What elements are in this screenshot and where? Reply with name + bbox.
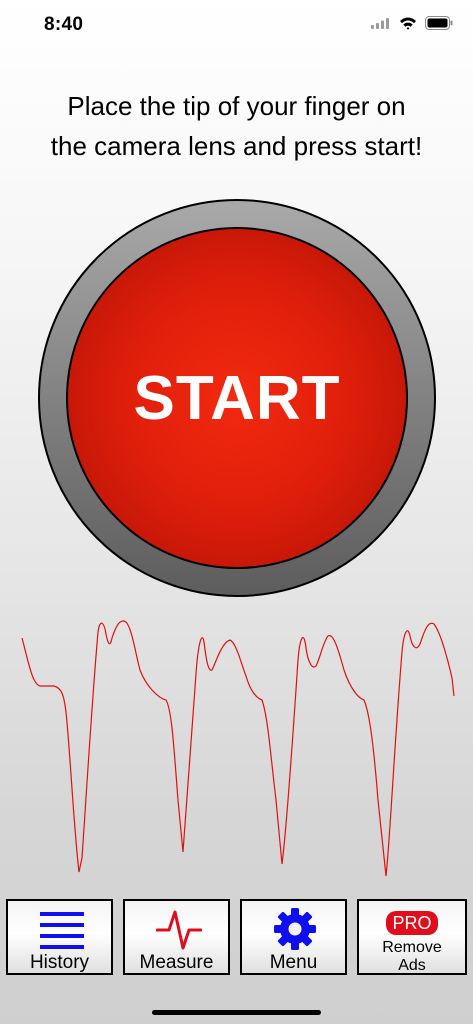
instruction-line-1: Place the tip of your finger on xyxy=(67,91,406,121)
start-button-bezel: START xyxy=(38,199,436,597)
home-indicator xyxy=(152,1010,321,1015)
pulse-waveform-line xyxy=(21,620,455,877)
signal-icon xyxy=(371,18,389,29)
pro-badge: PRO xyxy=(386,911,438,935)
tab-menu-label: Menu xyxy=(269,952,318,973)
instruction-text: Place the tip of your finger on the came… xyxy=(10,86,463,166)
tab-remove-ads-label: Remove Ads xyxy=(359,939,465,975)
tab-bar: History Measure Menu PRO Remove Ads xyxy=(6,899,467,978)
heartbeat-icon xyxy=(156,910,202,950)
start-button[interactable]: START xyxy=(66,227,408,569)
status-bar: 8:40 xyxy=(0,0,473,50)
tab-measure[interactable]: Measure xyxy=(123,899,230,975)
start-button-label: START xyxy=(133,363,341,433)
tab-menu[interactable]: Menu xyxy=(240,899,347,975)
pulse-waveform xyxy=(21,620,455,877)
list-icon xyxy=(40,912,84,949)
remove-ads-line-1: Remove xyxy=(382,939,442,956)
remove-ads-line-2: Ads xyxy=(398,957,426,974)
tab-history-label: History xyxy=(29,952,90,973)
battery-icon xyxy=(425,16,453,30)
tab-history[interactable]: History xyxy=(6,899,113,975)
tab-measure-label: Measure xyxy=(139,952,214,973)
instruction-line-2: the camera lens and press start! xyxy=(50,131,423,161)
tab-remove-ads[interactable]: PRO Remove Ads xyxy=(357,899,467,975)
status-icons xyxy=(371,16,453,30)
gear-icon xyxy=(274,908,316,950)
status-time: 8:40 xyxy=(44,14,84,35)
wifi-icon xyxy=(400,17,416,30)
